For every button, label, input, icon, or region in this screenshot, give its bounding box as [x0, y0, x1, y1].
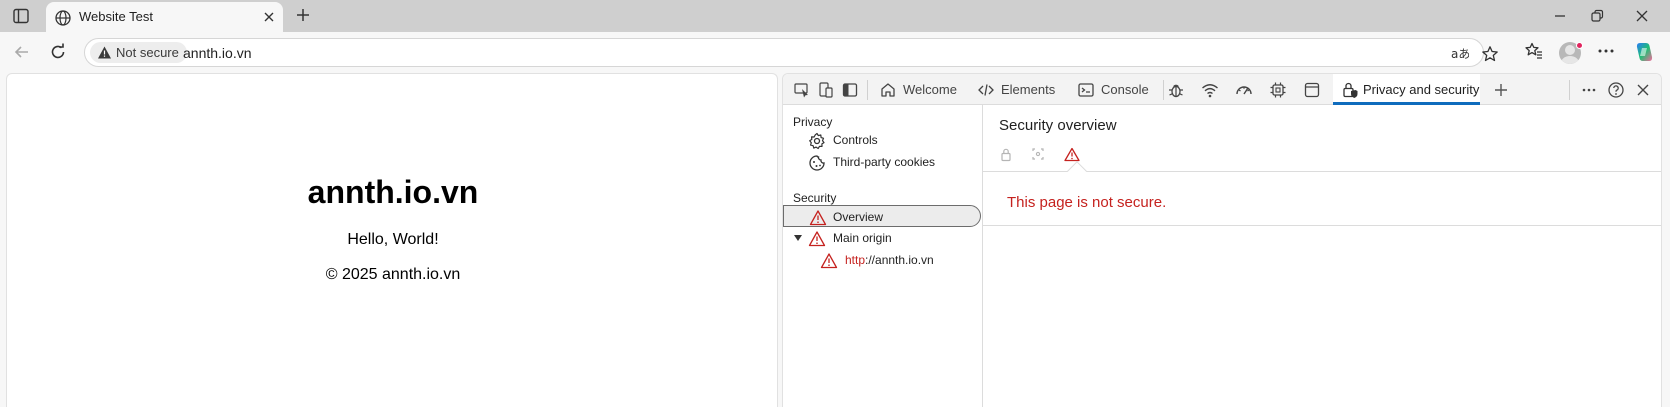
devtools-panel: Welcome Elements Console Privacy and sec…: [782, 73, 1662, 407]
origin-scheme: http: [845, 253, 866, 267]
sidebar-item-controls[interactable]: Controls: [783, 129, 981, 151]
main-origin-label: Main origin: [833, 231, 892, 245]
tab-elements[interactable]: Elements: [977, 74, 1061, 105]
inspect-element-icon[interactable]: [793, 81, 811, 102]
favorite-star-icon[interactable]: [1481, 45, 1499, 66]
expand-triangle-icon[interactable]: [793, 233, 803, 243]
not-secure-message: This page is not secure.: [1007, 194, 1167, 211]
tab-console-label: Console: [1101, 82, 1149, 97]
tab-strip: Website Test: [0, 0, 1670, 32]
controls-label: Controls: [833, 133, 878, 147]
lock-shield-icon: [1343, 82, 1358, 98]
browser-toolbar: Not secure annth.io.vn aあ: [0, 32, 1670, 72]
read-aloud-icon[interactable]: aあ: [1451, 45, 1470, 66]
toolbar-divider: [1163, 80, 1164, 100]
toolbar-divider: [1569, 80, 1570, 100]
svg-text:aあ: aあ: [1451, 47, 1469, 61]
tab-console[interactable]: Console: [1077, 74, 1157, 105]
warning-triangle-icon: [820, 253, 838, 269]
page-heading: annth.io.vn: [307, 174, 479, 210]
third-party-cookies-label: Third-party cookies: [833, 155, 936, 169]
help-icon[interactable]: [1607, 81, 1625, 102]
gear-icon: [809, 132, 825, 150]
memory-chip-icon[interactable]: [1269, 81, 1287, 102]
close-devtools-icon[interactable]: [1634, 81, 1652, 102]
page-greeting: Hello, World!: [347, 231, 439, 248]
origin-host: ://annth.io.vn: [865, 253, 934, 267]
home-icon: [881, 83, 895, 97]
address-bar[interactable]: Not secure annth.io.vn aあ: [84, 38, 1498, 67]
toolbar-divider: [867, 80, 868, 100]
console-icon: [1078, 83, 1094, 97]
minimize-icon[interactable]: [1552, 8, 1568, 27]
copilot-icon[interactable]: [1633, 41, 1655, 66]
security-overview-title: Security overview: [999, 117, 1117, 134]
url-text[interactable]: annth.io.vn: [183, 45, 252, 61]
info-frame-icon: [1032, 148, 1044, 160]
restore-icon[interactable]: [1589, 8, 1605, 27]
performance-gauge-icon[interactable]: [1235, 81, 1253, 102]
security-heading: Security: [793, 191, 837, 205]
security-sidebar: Privacy Controls Third-party cookies Sec…: [783, 105, 983, 407]
security-overview-pane: Security overview This page is not secur…: [983, 105, 1661, 407]
browser-tab[interactable]: Website Test: [46, 2, 283, 32]
origin-url-label: http://annth.io.vn: [845, 249, 934, 271]
not-secure-chip[interactable]: Not secure: [90, 42, 187, 63]
page-footer: © 2025 annth.io.vn: [325, 266, 461, 283]
tab-elements-label: Elements: [1001, 82, 1056, 97]
sidebar-item-overview[interactable]: Overview: [783, 205, 981, 227]
new-tab-icon[interactable]: [294, 6, 312, 27]
sidebar-item-main-origin[interactable]: Main origin: [783, 227, 981, 249]
tab-title: Website Test: [79, 9, 153, 24]
globe-icon: [54, 9, 72, 30]
sidebar-item-origin-url[interactable]: http://annth.io.vn: [783, 249, 981, 271]
warning-icon: [98, 46, 111, 59]
device-emulation-icon[interactable]: [817, 81, 835, 102]
overview-label: Overview: [833, 210, 884, 224]
warning-triangle-icon: [808, 231, 826, 247]
tab-welcome[interactable]: Welcome: [879, 74, 971, 105]
sidebar-item-third-party-cookies[interactable]: Third-party cookies: [783, 151, 981, 173]
secure-lock-icon: [1001, 148, 1011, 162]
cookie-icon: [809, 155, 825, 171]
more-tools-icon[interactable]: [1580, 81, 1598, 102]
notification-dot: [1576, 42, 1583, 49]
network-wifi-icon[interactable]: [1201, 81, 1219, 102]
warning-triangle-icon: [809, 210, 827, 226]
dock-side-icon[interactable]: [841, 81, 859, 102]
add-tool-icon[interactable]: [1492, 81, 1510, 102]
favorites-icon[interactable]: [1524, 41, 1544, 64]
privacy-heading: Privacy: [793, 115, 833, 129]
security-chip-label: Not secure: [116, 45, 179, 60]
devtools-toolbar: Welcome Elements Console Privacy and sec…: [783, 74, 1661, 105]
back-icon[interactable]: [12, 42, 32, 65]
divider: [983, 225, 1661, 226]
close-tab-icon[interactable]: [262, 10, 276, 27]
security-state-icons: [999, 146, 1109, 167]
refresh-icon[interactable]: [48, 42, 68, 65]
not-secure-warning-icon: [1064, 147, 1080, 162]
tab-privacy-and-security-label: Privacy and security: [1363, 82, 1480, 97]
more-menu-icon[interactable]: [1596, 41, 1616, 64]
tab-welcome-label: Welcome: [903, 82, 957, 97]
web-page-viewport: annth.io.vn Hello, World! © 2025 annth.i…: [6, 73, 778, 407]
tab-privacy-and-security[interactable]: Privacy and security: [1333, 74, 1480, 105]
code-brackets-icon: [978, 84, 994, 96]
application-panel-icon[interactable]: [1303, 81, 1321, 102]
close-window-icon[interactable]: [1634, 8, 1650, 27]
tab-actions-icon[interactable]: [12, 7, 30, 25]
bug-icon[interactable]: [1167, 81, 1185, 102]
